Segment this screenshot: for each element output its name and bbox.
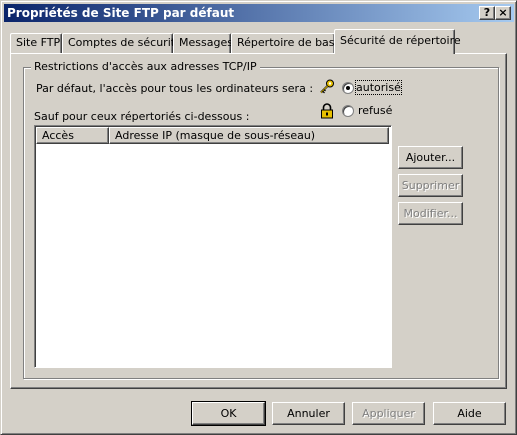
title-bar[interactable]: Propriétés de Site FTP par défaut ? × [4, 4, 514, 22]
help-icon: ? [483, 6, 491, 19]
radio-dot [346, 86, 350, 90]
key-icon [320, 79, 334, 94]
button-label: Annuler [287, 407, 330, 420]
ip-access-list[interactable]: Accès Adresse IP (masque de sous-réseau) [34, 125, 392, 368]
default-access-text: Par défaut, l'accès pour tous les ordina… [36, 82, 314, 95]
cancel-button[interactable]: Annuler [272, 402, 345, 425]
radio-denied-label[interactable]: refusé [358, 104, 392, 117]
group-title: Restrictions d'accès aux adresses TCP/IP [31, 60, 260, 73]
radio-denied[interactable] [342, 105, 354, 117]
tab-label: Messages [179, 36, 233, 49]
tab-site-ftp[interactable]: Site FTP [10, 33, 62, 53]
tab-security-accounts[interactable]: Comptes de sécurité [62, 33, 182, 53]
radio-granted[interactable] [342, 82, 354, 94]
column-label: Adresse IP (masque de sous-réseau) [115, 129, 316, 142]
close-icon: × [498, 6, 508, 19]
tab-label: Site FTP [16, 36, 61, 49]
edit-button[interactable]: Modifier... [398, 202, 463, 225]
tab-label: Comptes de sécurité [68, 36, 182, 49]
button-label: Modifier... [403, 207, 458, 220]
tab-label: Sécurité de répertoire [340, 34, 461, 47]
tab-directory-security[interactable]: Sécurité de répertoire [334, 29, 461, 54]
radio-granted-label[interactable]: autorisé [355, 80, 402, 95]
button-label: Supprimer [401, 179, 460, 192]
properties-dialog: Propriétés de Site FTP par défaut ? × Si… [0, 0, 517, 435]
remove-button[interactable]: Supprimer [398, 174, 463, 197]
button-label: Aide [457, 407, 482, 420]
ok-button[interactable]: OK [191, 401, 266, 426]
button-label: Ajouter... [405, 151, 456, 164]
window-title: Propriétés de Site FTP par défaut [7, 6, 235, 20]
tab-label: Répertoire de base [237, 36, 342, 49]
except-text: Sauf pour ceux répertoriés ci-dessous : [34, 110, 250, 123]
lock-icon [321, 103, 333, 119]
button-label: Appliquer [362, 407, 415, 420]
column-header-ip-address[interactable]: Adresse IP (masque de sous-réseau) [109, 127, 389, 144]
help-footer-button[interactable]: Aide [433, 402, 506, 425]
close-button[interactable]: × [495, 6, 511, 20]
column-header-access[interactable]: Accès [36, 127, 109, 144]
tab-home-directory[interactable]: Répertoire de base [231, 33, 341, 53]
add-button[interactable]: Ajouter... [398, 146, 463, 169]
column-label: Accès [42, 129, 74, 142]
help-button[interactable]: ? [479, 6, 495, 20]
button-label: OK [220, 407, 237, 420]
tab-messages[interactable]: Messages [173, 33, 233, 53]
apply-button[interactable]: Appliquer [352, 402, 425, 425]
